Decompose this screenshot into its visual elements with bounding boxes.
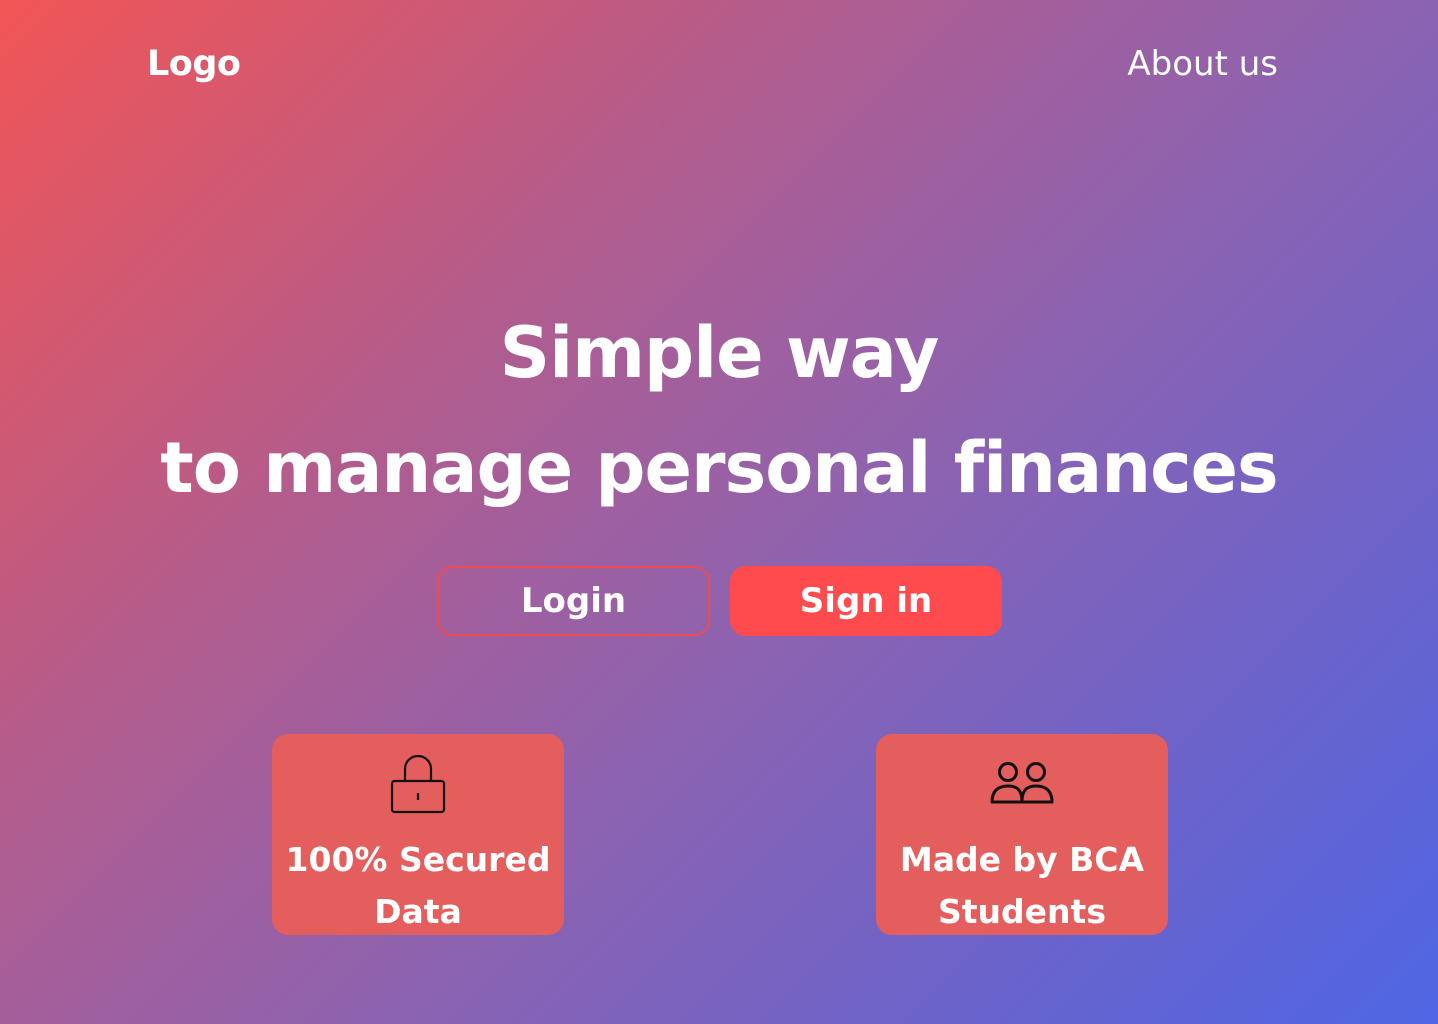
about-us-link[interactable]: About us bbox=[1127, 42, 1278, 86]
feature-label: 100% Secured Data bbox=[285, 840, 551, 931]
users-icon bbox=[990, 762, 1054, 804]
hero-title-line-1: Simple way bbox=[499, 312, 940, 394]
feature-card-students: Made by BCA Students bbox=[876, 734, 1168, 935]
feature-card-secured: 100% Secured Data bbox=[272, 734, 564, 935]
hero-title-line-2: to manage personal finances bbox=[160, 427, 1278, 509]
lock-icon bbox=[390, 754, 446, 814]
logo[interactable]: Logo bbox=[147, 42, 241, 86]
sign-in-button[interactable]: Sign in bbox=[730, 566, 1002, 636]
login-button[interactable]: Login bbox=[437, 566, 710, 636]
feature-label: Made by BCA Students bbox=[899, 840, 1145, 931]
